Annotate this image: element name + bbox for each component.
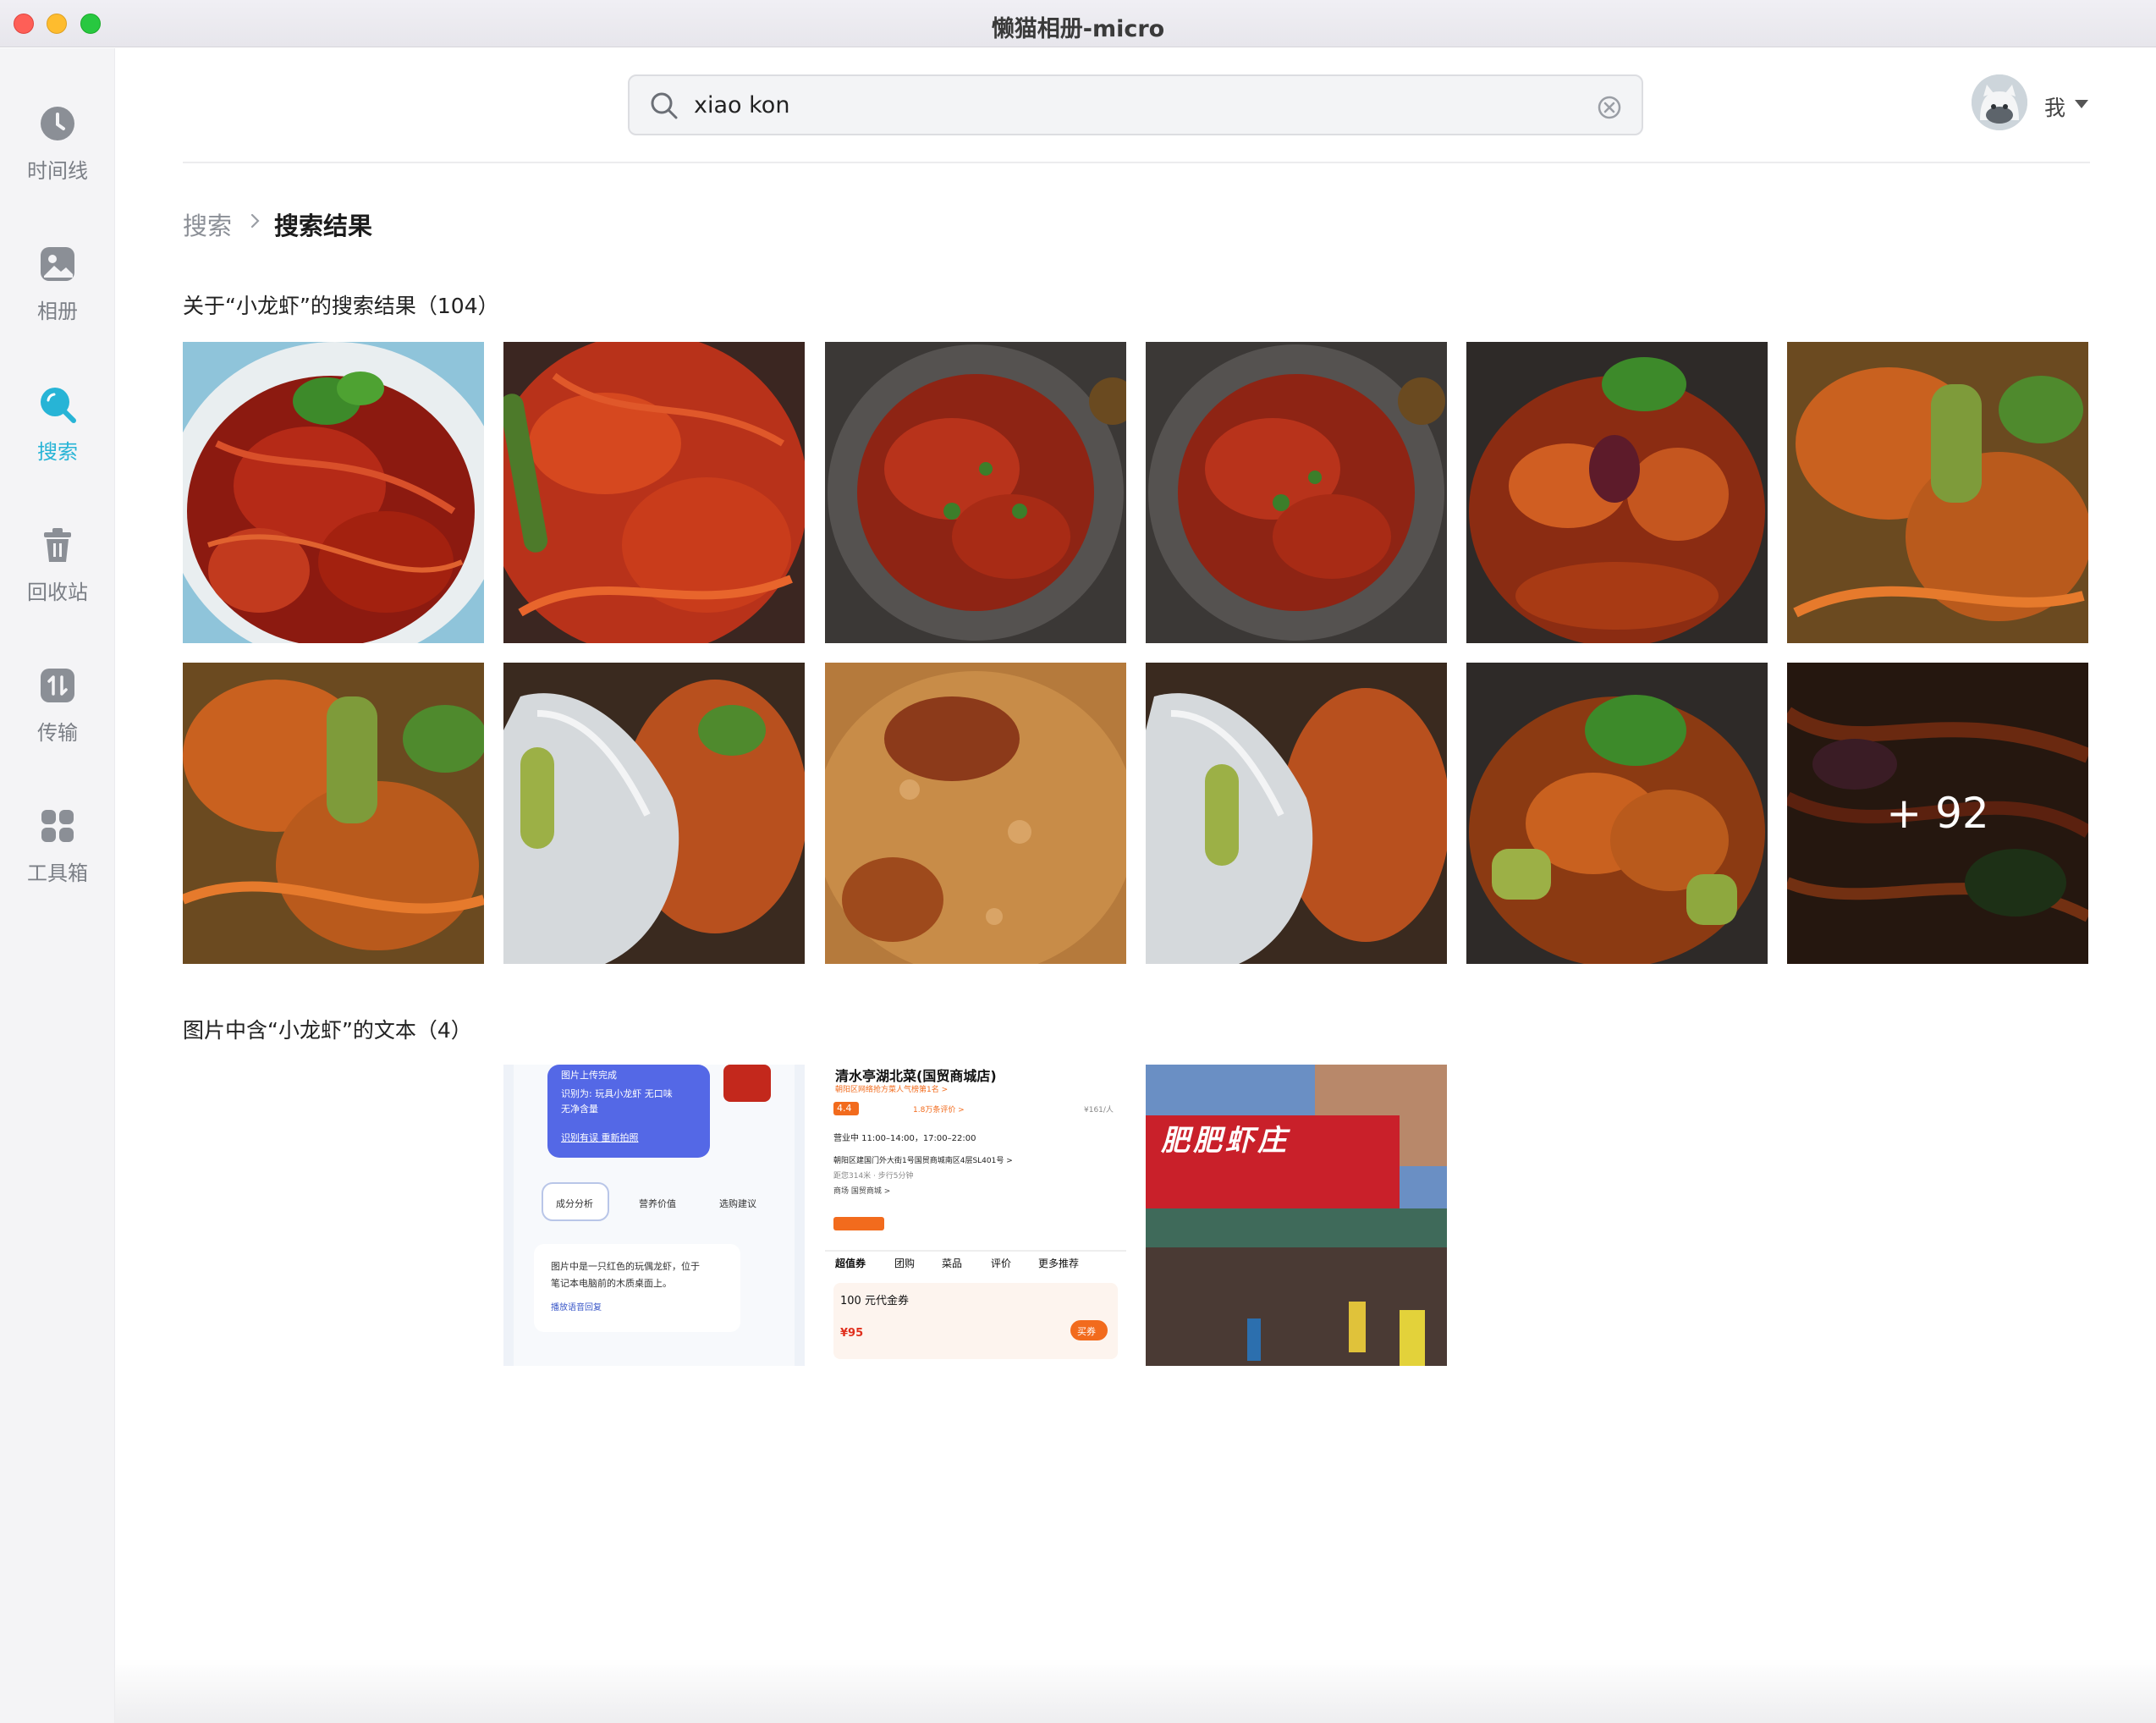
- shop-address: 朝阳区建国门外大街1号国贸商城南区4层SL401号 >: [833, 1157, 1013, 1165]
- chevron-right-icon: [250, 213, 260, 228]
- sidebar-item-label: 工具箱: [27, 862, 88, 885]
- tab-nutrition: 营养价值: [639, 1198, 676, 1209]
- sidebar-item-label: 搜索: [37, 440, 78, 464]
- photo-thumbnail[interactable]: [183, 342, 484, 643]
- toolbox-icon: [41, 810, 74, 842]
- description-line-2: 笔记本电脑前的木质桌面上。: [551, 1278, 672, 1289]
- more-count: + 92: [1787, 663, 2088, 964]
- play-voice-link: 播放语音回复: [551, 1303, 602, 1313]
- tab-more: 更多推荐: [1038, 1258, 1080, 1269]
- shop-reviews: 1.8万条评价 >: [913, 1106, 965, 1115]
- sidebar-item-album[interactable]: 相册: [0, 237, 115, 355]
- sidebar-item-label: 相册: [37, 300, 78, 323]
- clear-search-icon[interactable]: [1598, 96, 1621, 119]
- photo-thumbnail[interactable]: [503, 663, 805, 964]
- sidebar-item-toolbox[interactable]: 工具箱: [0, 799, 115, 917]
- net-content-text: 无净含量: [561, 1104, 598, 1115]
- shop-rank: 朝阳区网络抢方菜人气榜第1名 >: [835, 1086, 949, 1094]
- sidebar-item-label: 时间线: [27, 159, 88, 183]
- search-icon: [651, 92, 678, 119]
- tab-buying-advice: 选购建议: [719, 1198, 756, 1209]
- shop-distance: 距您314米 · 步行5分钟: [833, 1172, 914, 1181]
- sidebar-item-label: 传输: [37, 721, 78, 745]
- sidebar: 时间线 相册 搜索 回收站 传输 工具箱: [0, 48, 115, 1723]
- store-sign-text: 肥肥虾庄: [1161, 1124, 1290, 1158]
- header-divider: [183, 162, 2090, 163]
- coupon-title: 100 元代金券: [840, 1295, 909, 1307]
- cat-avatar-icon: [1972, 74, 2027, 130]
- more-photos-tile[interactable]: + 92: [1787, 663, 2088, 964]
- shop-hours: 营业中 11:00–14:00，17:00–22:00: [833, 1134, 976, 1143]
- photo-thumbnail[interactable]: [503, 342, 805, 643]
- results-title: 关于“小龙虾”的搜索结果（104）: [183, 294, 499, 318]
- buy-coupon-button: 买券: [1077, 1326, 1096, 1337]
- sidebar-item-label: 回收站: [27, 581, 88, 604]
- photo-thumbnail[interactable]: [1146, 663, 1447, 964]
- shop-mall: 商场 国贸商城 >: [833, 1187, 891, 1196]
- text-photo-thumbnail[interactable]: 清水亭湖北菜(国贸商城店) 朝阳区网络抢方菜人气榜第1名 > 4.4 1.8万条…: [825, 1065, 1126, 1366]
- search-input[interactable]: [694, 85, 1540, 125]
- transfer-icon: [41, 669, 74, 702]
- window-title: 懒猫相册-micro: [991, 16, 1165, 42]
- tab-ingredients: 成分分析: [556, 1198, 593, 1209]
- upload-status-text: 图片上传完成: [561, 1070, 617, 1081]
- breadcrumb-search-link[interactable]: 搜索: [183, 206, 232, 242]
- tab-group-buy: 团购: [894, 1258, 916, 1269]
- photo-thumbnail[interactable]: [183, 663, 484, 964]
- sidebar-item-trash[interactable]: 回收站: [0, 518, 115, 636]
- tab-reviews: 评价: [991, 1258, 1012, 1269]
- sidebar-item-timeline[interactable]: 时间线: [0, 96, 115, 215]
- photo-thumbnail[interactable]: [1146, 342, 1447, 643]
- clock-icon: [41, 107, 74, 140]
- coupon-price: ¥95: [840, 1327, 864, 1340]
- photo-thumbnail[interactable]: [1466, 342, 1768, 643]
- shop-rating: 4.4: [837, 1103, 852, 1114]
- tab-deals: 超值券: [835, 1258, 866, 1269]
- photo-thumbnail[interactable]: [1466, 663, 1768, 964]
- photo-thumbnail[interactable]: [1787, 342, 2088, 643]
- bottom-shade: [115, 1659, 2156, 1723]
- sidebar-item-search[interactable]: 搜索: [0, 377, 115, 496]
- title-bar: 懒猫相册-micro: [0, 0, 2156, 47]
- trash-icon: [44, 528, 71, 562]
- chevron-down-icon: [2075, 100, 2088, 108]
- shop-price: ¥161/人: [1084, 1106, 1114, 1115]
- search-icon: [41, 388, 76, 423]
- avatar[interactable]: [1972, 74, 2027, 130]
- recognition-result-text: 识别为: 玩具小龙虾 无口味: [561, 1088, 673, 1099]
- search-box[interactable]: [628, 74, 1643, 135]
- shop-name: 清水亭湖北菜(国贸商城店): [835, 1068, 997, 1084]
- album-icon: [41, 247, 74, 281]
- photo-thumbnail[interactable]: [825, 663, 1126, 964]
- description-line-1: 图片中是一只红色的玩偶龙虾，位于: [551, 1261, 700, 1272]
- breadcrumb-current: 搜索结果: [274, 212, 373, 240]
- text-photo-thumbnail[interactable]: 图片上传完成 识别为: 玩具小龙虾 无口味 无净含量 识别有误 重新拍照 成分分…: [503, 1065, 805, 1366]
- text-results-title: 图片中含“小龙虾”的文本（4）: [183, 1018, 472, 1043]
- user-name: 我: [2044, 96, 2066, 120]
- photo-thumbnail[interactable]: [825, 342, 1126, 643]
- tab-dishes: 菜品: [942, 1258, 963, 1269]
- sidebar-item-transfer[interactable]: 传输: [0, 658, 115, 777]
- retake-link: 识别有误 重新拍照: [561, 1132, 639, 1143]
- text-photo-thumbnail[interactable]: 肥肥虾庄: [1146, 1065, 1447, 1366]
